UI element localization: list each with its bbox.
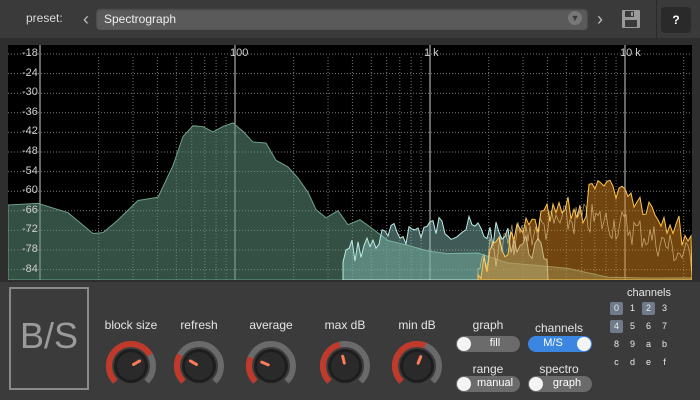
range-label: range bbox=[472, 362, 504, 376]
knob-label: min dB bbox=[398, 318, 436, 332]
spectrum-graph[interactable]: -18 -24 -30 -36 -42 -48 -54 -60 -66 -72 -78 -84 100… bbox=[8, 45, 692, 280]
topbar-divider bbox=[656, 0, 657, 38]
min-dB-knob[interactable] bbox=[390, 339, 444, 393]
channel-button-1[interactable]: 1 bbox=[626, 302, 639, 315]
average-knob[interactable] bbox=[244, 339, 298, 393]
y-axis-label: -30 bbox=[22, 86, 38, 99]
preset-label: preset: bbox=[26, 11, 63, 25]
spectro-toggle[interactable]: graph bbox=[528, 376, 592, 392]
channel-button-2[interactable]: 2 bbox=[642, 302, 655, 315]
channel-button-4[interactable]: 4 bbox=[610, 320, 623, 333]
y-axis-label: -24 bbox=[22, 66, 38, 79]
channels-mode-toggle[interactable]: M/S bbox=[528, 336, 592, 352]
logo-text: B/S bbox=[19, 315, 79, 356]
channel-button-c[interactable]: c bbox=[610, 356, 623, 369]
spectro-label: spectro bbox=[539, 362, 579, 376]
spectrum-plot bbox=[8, 122, 692, 280]
toggle-thumb bbox=[457, 377, 471, 391]
channel-button-7[interactable]: 7 bbox=[658, 320, 671, 333]
preset-select[interactable]: Spectrograph ▼ bbox=[96, 8, 588, 30]
channel-button-5[interactable]: 5 bbox=[626, 320, 639, 333]
x-axis-label: 1 k bbox=[424, 47, 439, 59]
y-axis-label: -78 bbox=[22, 243, 38, 255]
y-axis-label: -48 bbox=[22, 145, 38, 157]
save-icon[interactable] bbox=[620, 8, 642, 30]
toggle-thumb bbox=[577, 337, 591, 351]
y-axis-label: -60 bbox=[22, 184, 38, 197]
x-axis-label: 10 k bbox=[620, 47, 641, 59]
top-bar: preset: ‹ Spectrograph ▼ › ? bbox=[0, 0, 700, 38]
channel-button-a[interactable]: a bbox=[642, 338, 655, 351]
y-axis-label: -18 bbox=[22, 47, 38, 59]
channel-button-e[interactable]: e bbox=[642, 356, 655, 369]
y-axis-label: -84 bbox=[22, 262, 38, 275]
refresh-knob[interactable] bbox=[172, 339, 226, 393]
channels-mode-label: channels bbox=[534, 321, 584, 335]
channel-button-f[interactable]: f bbox=[658, 356, 671, 369]
chevron-left-icon[interactable]: ‹ bbox=[78, 8, 94, 30]
chevron-down-icon: ▼ bbox=[568, 11, 582, 25]
help-button[interactable]: ? bbox=[661, 7, 691, 33]
channels-grid-label: channels bbox=[626, 287, 672, 299]
channel-button-d[interactable]: d bbox=[626, 356, 639, 369]
knob-label: average bbox=[249, 318, 293, 332]
knob-label: max dB bbox=[324, 318, 366, 332]
channel-button-6[interactable]: 6 bbox=[642, 320, 655, 333]
channel-button-b[interactable]: b bbox=[658, 338, 671, 351]
graph-toggle-value: fill bbox=[489, 337, 501, 349]
graph-label: graph bbox=[472, 318, 504, 332]
channel-button-0[interactable]: 0 bbox=[610, 302, 623, 315]
x-axis-label: 100 bbox=[230, 47, 249, 59]
toggle-thumb bbox=[457, 337, 471, 351]
range-toggle[interactable]: manual bbox=[456, 376, 520, 392]
block-size-knob[interactable] bbox=[104, 339, 158, 393]
y-axis-label: -66 bbox=[22, 203, 38, 216]
y-axis-label: -54 bbox=[22, 164, 38, 177]
channel-button-8[interactable]: 8 bbox=[610, 338, 623, 351]
channel-button-9[interactable]: 9 bbox=[626, 338, 639, 351]
y-axis-label: -36 bbox=[22, 105, 38, 118]
range-toggle-value: manual bbox=[476, 377, 514, 389]
y-axis-label: -42 bbox=[22, 125, 38, 138]
spectro-toggle-value: graph bbox=[552, 377, 582, 389]
logo: B/S bbox=[9, 287, 89, 390]
channel-button-3[interactable]: 3 bbox=[658, 302, 671, 315]
toggle-thumb bbox=[529, 377, 543, 391]
max-dB-knob[interactable] bbox=[318, 339, 372, 393]
channels-mode-toggle-value: M/S bbox=[543, 337, 563, 349]
knob-label: refresh bbox=[180, 318, 218, 332]
graph-toggle[interactable]: fill bbox=[456, 336, 520, 352]
y-axis-label: -72 bbox=[22, 223, 38, 236]
chevron-right-icon[interactable]: › bbox=[592, 8, 608, 30]
preset-value: Spectrograph bbox=[104, 12, 177, 26]
